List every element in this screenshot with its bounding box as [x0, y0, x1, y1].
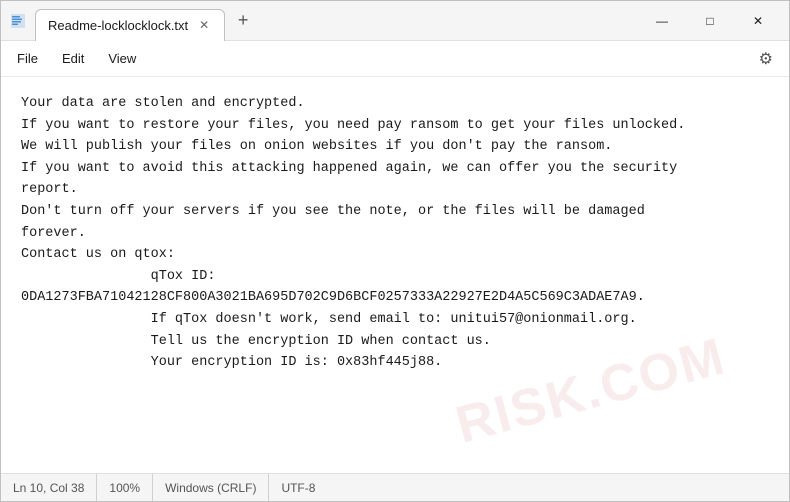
maximize-button[interactable]: □: [687, 5, 733, 37]
settings-icon[interactable]: ⚙: [755, 45, 777, 73]
menu-view[interactable]: View: [96, 47, 148, 70]
tab-label: Readme-locklocklock.txt: [48, 18, 188, 33]
window-controls: — □ ✕: [639, 5, 781, 37]
editor-area[interactable]: Your data are stolen and encrypted. If y…: [1, 77, 789, 473]
editor-content: Your data are stolen and encrypted. If y…: [21, 93, 769, 374]
menu-bar-right: ⚙: [755, 45, 785, 73]
menu-file[interactable]: File: [5, 47, 50, 70]
menu-bar: File Edit View ⚙: [1, 41, 789, 77]
new-tab-button[interactable]: +: [229, 7, 257, 35]
status-bar: Ln 10, Col 38 100% Windows (CRLF) UTF-8: [1, 473, 789, 501]
zoom-level: 100%: [97, 474, 153, 501]
tab-area: Readme-locklocklock.txt ✕ +: [35, 5, 639, 37]
menu-edit[interactable]: Edit: [50, 47, 96, 70]
title-bar: Readme-locklocklock.txt ✕ + — □ ✕: [1, 1, 789, 41]
line-ending: Windows (CRLF): [153, 474, 269, 501]
app-icon: [9, 12, 27, 30]
cursor-position: Ln 10, Col 38: [13, 474, 97, 501]
encoding: UTF-8: [269, 474, 327, 501]
tab-readme[interactable]: Readme-locklocklock.txt ✕: [35, 9, 225, 41]
main-window: Readme-locklocklock.txt ✕ + — □ ✕ File E…: [0, 0, 790, 502]
minimize-button[interactable]: —: [639, 5, 685, 37]
close-button[interactable]: ✕: [735, 5, 781, 37]
tab-close-button[interactable]: ✕: [196, 17, 212, 33]
